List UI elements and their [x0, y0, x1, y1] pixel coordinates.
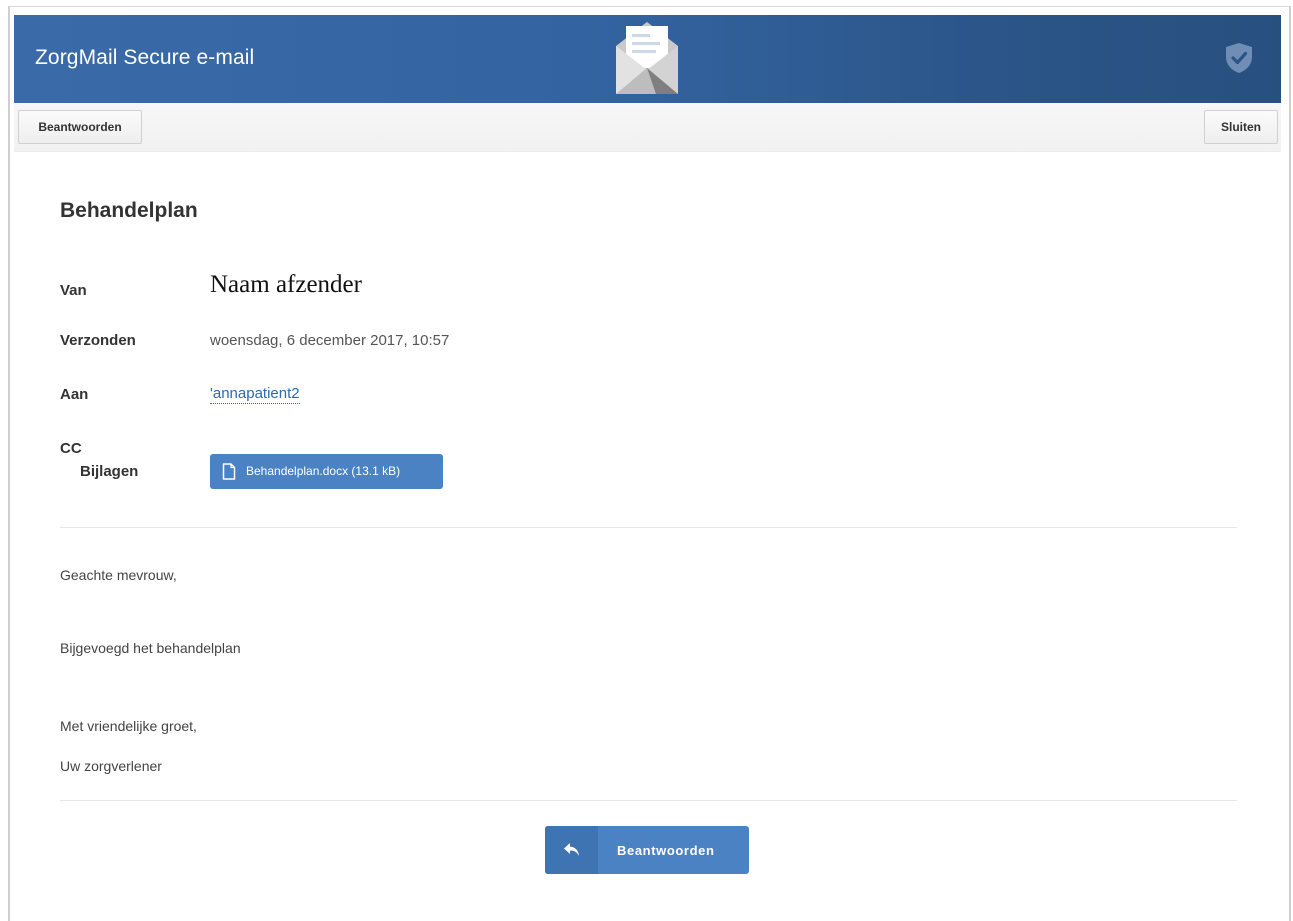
body-closing: Met vriendelijke groet, — [60, 718, 197, 734]
app-title: ZorgMail Secure e-mail — [35, 46, 255, 69]
attachments-label: Bijlagen — [80, 463, 139, 480]
footer-divider — [60, 800, 1237, 801]
document-icon — [222, 463, 236, 480]
to-label: Aan — [60, 386, 89, 403]
reply-button-label: Beantwoorden — [617, 843, 715, 858]
to-recipient-link[interactable]: 'annapatient2 — [210, 385, 300, 404]
cc-label: CC — [60, 440, 82, 457]
body-greeting: Geachte mevrouw, — [60, 567, 177, 583]
attachment-button[interactable]: Behandelplan.docx (13.1 kB) — [210, 454, 443, 489]
app-window: ZorgMail Secure e-mail Beantwoorden Slui… — [0, 0, 1293, 921]
body-line: Bijgevoegd het behandelplan — [60, 640, 241, 656]
toolbar: Beantwoorden Sluiten — [14, 103, 1281, 152]
from-value: Naam afzender — [210, 271, 362, 298]
header-divider — [60, 527, 1237, 528]
shield-check-icon — [1226, 43, 1252, 73]
body-signature: Uw zorgverlener — [60, 758, 162, 774]
reply-button[interactable]: Beantwoorden — [545, 826, 749, 874]
attachment-label: Behandelplan.docx (13.1 kB) — [246, 464, 401, 478]
app-header: ZorgMail Secure e-mail — [14, 15, 1281, 103]
envelope-open-icon — [616, 22, 678, 94]
toolbar-close-button[interactable]: Sluiten — [1204, 110, 1278, 144]
reply-icon-block — [545, 826, 598, 874]
reply-arrow-icon — [564, 843, 579, 856]
toolbar-reply-button[interactable]: Beantwoorden — [18, 110, 142, 144]
from-label: Van — [60, 282, 87, 299]
message-subject: Behandelplan — [60, 199, 198, 222]
sent-value: woensdag, 6 december 2017, 10:57 — [210, 332, 450, 349]
sent-label: Verzonden — [60, 332, 136, 349]
